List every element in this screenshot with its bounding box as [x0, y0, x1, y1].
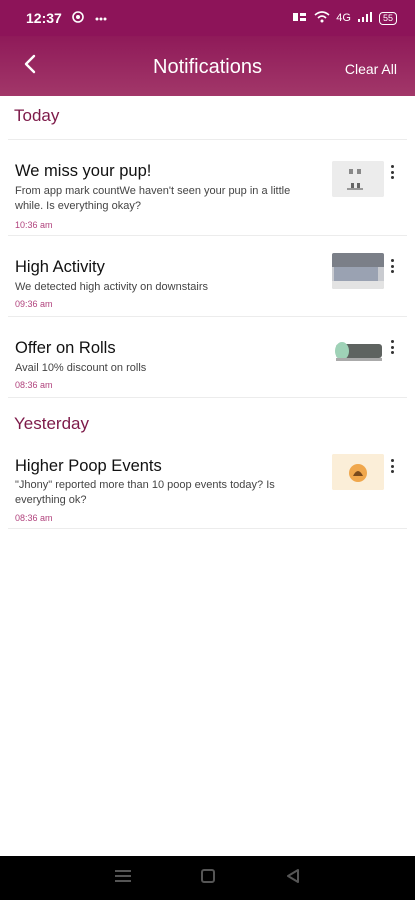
- home-nav-button[interactable]: [188, 863, 228, 893]
- more-options-icon[interactable]: [386, 164, 398, 180]
- back-nav-button[interactable]: [273, 863, 313, 893]
- more-options-icon[interactable]: [386, 458, 398, 474]
- app-bar: Notifications Clear All: [0, 36, 415, 96]
- status-time: 12:37: [26, 10, 62, 26]
- roll-thumbnail: [332, 334, 384, 370]
- divider: [8, 528, 407, 529]
- notification-title: Offer on Rolls: [15, 339, 116, 357]
- poop-thumbnail: [332, 454, 384, 490]
- notification-title: High Activity: [15, 258, 105, 276]
- notification-icon: [72, 10, 84, 26]
- section-header-yesterday: Yesterday: [14, 414, 89, 433]
- data-rate-icon: [292, 11, 308, 26]
- system-nav-bar: [0, 856, 415, 900]
- pup-thumbnail: [332, 161, 384, 197]
- notification-list: Today We miss your pup! From app mark co…: [0, 96, 415, 856]
- more-dots-icon: [94, 11, 108, 25]
- wifi-icon: [314, 10, 330, 26]
- menu-icon: [114, 869, 131, 888]
- notification-item[interactable]: We miss your pup! From app mark countWe …: [0, 140, 415, 235]
- notification-body: We detected high activity on downstairs: [15, 281, 209, 293]
- status-bar: 12:37 4G 55: [0, 0, 415, 36]
- more-options-icon[interactable]: [386, 258, 398, 274]
- notification-item[interactable]: Higher Poop Events "Jhony" reported more…: [0, 446, 415, 528]
- signal-label: 4G: [336, 12, 351, 24]
- notification-item[interactable]: Offer on Rolls Avail 10% discount on rol…: [0, 317, 415, 397]
- notification-time: 08:36 am: [15, 513, 53, 523]
- notification-body: Avail 10% discount on rolls: [15, 362, 147, 374]
- back-button[interactable]: [16, 52, 44, 80]
- notification-title: We miss your pup!: [15, 162, 152, 180]
- section-header-today: Today: [14, 106, 60, 125]
- clear-all-button[interactable]: Clear All: [345, 61, 397, 77]
- notification-title: Higher Poop Events: [15, 457, 162, 475]
- battery-icon: 55: [378, 11, 397, 25]
- room-thumbnail: [332, 253, 384, 289]
- more-options-icon[interactable]: [386, 339, 398, 355]
- notification-body: From app mark countWe haven't seen your …: [15, 185, 291, 212]
- divider: [8, 397, 407, 398]
- notification-body: "Jhony" reported more than 10 poop event…: [15, 479, 275, 506]
- back-triangle-icon: [286, 868, 300, 888]
- notification-time: 10:36 am: [15, 220, 53, 230]
- notification-item[interactable]: High Activity We detected high activity …: [0, 236, 415, 316]
- signal-icon: [357, 11, 373, 26]
- home-square-icon: [200, 868, 215, 888]
- notification-time: 09:36 am: [15, 299, 53, 309]
- menu-nav-button[interactable]: [103, 863, 143, 893]
- chevron-left-icon: [23, 54, 37, 79]
- notification-time: 08:36 am: [15, 380, 53, 390]
